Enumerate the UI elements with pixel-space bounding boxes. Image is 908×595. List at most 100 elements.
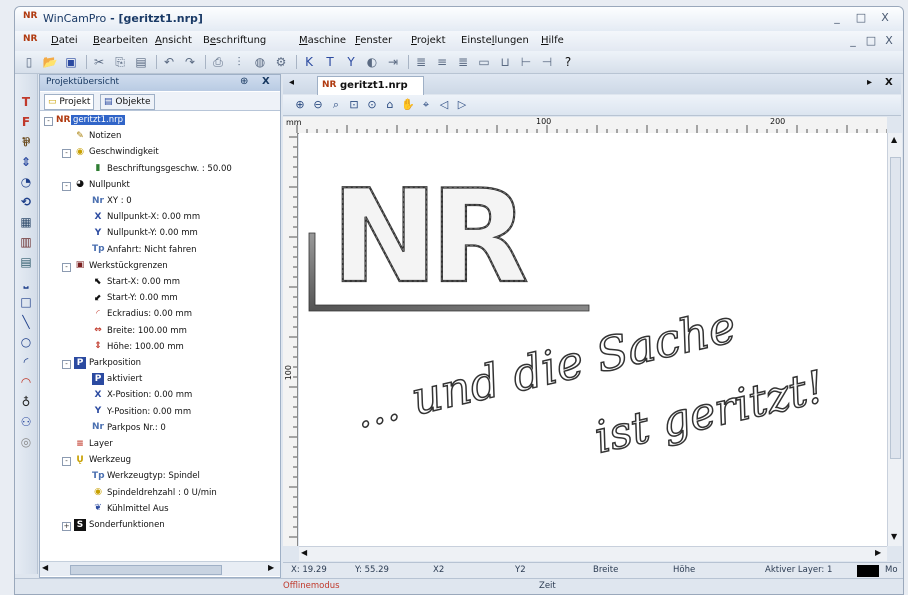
tree-node[interactable]: S Sonderfunktionen <box>74 518 165 533</box>
target-tool-icon[interactable]: ◎ <box>18 434 34 450</box>
undo-icon[interactable]: ↶ <box>161 54 177 70</box>
tree-node[interactable]: ▣ Werkstückgrenzen <box>74 259 168 274</box>
pin-icon[interactable]: ⊕ <box>240 76 248 87</box>
print-icon[interactable]: ⎙ <box>210 54 226 70</box>
document-tab[interactable]: NR geritzt1.nrp <box>317 76 424 95</box>
menu-maschine[interactable]: Maschine <box>299 35 346 46</box>
tree-node[interactable]: ▮ Beschriftungsgeschw. : 50.00 <box>92 162 232 177</box>
text-icon[interactable]: K <box>301 54 317 70</box>
maximize-button[interactable]: □ <box>853 10 869 26</box>
menu-fenster[interactable]: Fenster <box>355 35 392 46</box>
tree-expander[interactable]: - <box>62 181 71 191</box>
menu-bearbeiten[interactable]: Bearbeiten <box>93 35 148 46</box>
vertical-scroll-thumb[interactable] <box>890 157 901 459</box>
layer-icon[interactable]: ◍ <box>252 54 268 70</box>
circle-tool-icon[interactable]: ○ <box>18 334 34 350</box>
tree-node[interactable]: ⇔ Breite: 100.00 mm <box>92 324 187 339</box>
fill-icon[interactable]: ◐ <box>364 54 380 70</box>
tree-node[interactable]: Paktiviert <box>92 372 142 387</box>
align-right-icon[interactable]: ≣ <box>455 54 471 70</box>
tree-expander[interactable]: + <box>62 522 71 531</box>
tab-objekte[interactable]: ▤ Objekte <box>100 94 155 110</box>
tree-expander[interactable]: - <box>62 457 71 467</box>
help-icon[interactable]: ? <box>560 54 576 70</box>
curve-tool-icon[interactable]: ◠ <box>18 374 34 390</box>
node-tool-icon[interactable]: ⅌ <box>18 134 34 150</box>
copy-icon[interactable]: ⎘ <box>112 54 128 70</box>
tree-node[interactable]: P Parkposition <box>74 356 141 371</box>
tab-nav-right-icon[interactable]: ▸ <box>867 77 872 88</box>
scroll-up-icon[interactable]: ▲ <box>891 135 897 144</box>
export-icon[interactable]: ⇥ <box>385 54 401 70</box>
move-tool-icon[interactable]: ⇕ <box>18 154 34 170</box>
tree-node[interactable]: ⬋ Start-Y: 0.00 mm <box>92 291 177 306</box>
zoom-window-icon[interactable]: ⊡ <box>347 98 361 112</box>
gear-icon[interactable]: ⚙ <box>273 54 289 70</box>
menu-ansicht[interactable]: Ansicht <box>155 35 192 46</box>
tree-node[interactable]: Y Nullpunkt-Y: 0.00 mm <box>92 226 198 241</box>
frame-icon[interactable]: ▭ <box>476 54 492 70</box>
menu-datei[interactable]: Datei <box>51 35 78 46</box>
menu-beschriftung[interactable]: Beschriftung <box>203 35 266 46</box>
spacing-v-icon[interactable]: ⊣ <box>539 54 555 70</box>
scroll-thumb[interactable] <box>70 565 222 575</box>
zoom-previous-icon[interactable]: ⊙ <box>365 98 379 112</box>
mirror-tool-icon[interactable]: ⟲ <box>18 194 34 210</box>
scroll-left-icon[interactable]: ◀ <box>42 563 48 572</box>
project-horizontal-scrollbar[interactable]: ◀ ▶ <box>40 561 280 576</box>
mdi-minimize-button[interactable]: _ <box>845 33 861 49</box>
line-tool-icon[interactable]: ╲ <box>18 314 34 330</box>
block-tool-icon[interactable]: ▤ <box>18 254 34 270</box>
open-icon[interactable]: 📂 <box>42 54 58 70</box>
mdi-close-button[interactable]: X <box>881 33 897 49</box>
tree-expander[interactable]: - <box>62 149 71 159</box>
align-icon[interactable]: ⫶ <box>231 54 247 70</box>
rectangle-tool-icon[interactable]: □ <box>18 294 34 310</box>
scroll-down-icon[interactable]: ▼ <box>891 532 897 541</box>
tree-node[interactable]: Y Y-Position: 0.00 mm <box>92 405 191 420</box>
close-button[interactable]: X <box>877 10 893 26</box>
point-tool-icon[interactable]: ♁ <box>18 394 34 410</box>
columns-tool-icon[interactable]: ▥ <box>18 234 34 250</box>
tab-nav-left-icon[interactable]: ◂ <box>289 77 294 88</box>
new-icon[interactable]: ▯ <box>21 54 37 70</box>
zoom-out-icon[interactable]: ⊖ <box>311 98 325 112</box>
tree-node[interactable]: ❦ Kühlmittel Aus <box>92 502 168 517</box>
tree-node[interactable]: ◕ Nullpunkt <box>74 178 130 193</box>
zoom-pan-icon[interactable]: ✋ <box>401 98 415 112</box>
mdi-restore-button[interactable]: □ <box>863 33 879 49</box>
menu-einstellungen[interactable]: Einstellungen <box>461 35 529 46</box>
tree-node[interactable]: Tp Werkzeugtyp: Spindel <box>92 469 200 484</box>
zoom-fit-icon[interactable]: ⌕ <box>329 98 343 112</box>
scroll-right-icon[interactable]: ▶ <box>268 563 274 572</box>
redo-icon[interactable]: ↷ <box>182 54 198 70</box>
bold-icon[interactable]: T <box>322 54 338 70</box>
tab-projekt[interactable]: ▭ Projekt <box>44 94 95 110</box>
kerning-icon[interactable]: Y <box>343 54 359 70</box>
panel-close-button[interactable]: X <box>262 76 270 87</box>
zoom-in-icon[interactable]: ⊕ <box>293 98 307 112</box>
baseline-tool-icon[interactable]: ⎵ <box>18 274 34 290</box>
menu-hilfe[interactable]: Hilfe <box>541 35 564 46</box>
canvas-scroll-right-icon[interactable]: ▶ <box>875 548 881 557</box>
tree-node[interactable]: ◜ Eckradius: 0.00 mm <box>92 307 192 322</box>
link-tool-icon[interactable]: ⚇ <box>18 414 34 430</box>
tree-node[interactable]: ◉ Geschwindigkeit <box>74 145 159 160</box>
tree-expander[interactable]: - <box>44 117 53 126</box>
save-icon[interactable]: ▣ <box>63 54 79 70</box>
tree-node[interactable]: X X-Position: 0.00 mm <box>92 388 193 403</box>
zoom-all-icon[interactable]: ⌂ <box>383 98 397 112</box>
tree-node[interactable]: Tp Anfahrt: Nicht fahren <box>92 243 197 258</box>
menu-projekt[interactable]: Projekt <box>411 35 446 46</box>
font-tool-icon[interactable]: F <box>18 114 34 130</box>
canvas-scroll-left-icon[interactable]: ◀ <box>301 548 307 557</box>
align-center-icon[interactable]: ≡ <box>434 54 450 70</box>
rotate-tool-icon[interactable]: ◔ <box>18 174 34 190</box>
zoom-forward-icon[interactable]: ▷ <box>455 98 469 112</box>
tree-node[interactable]: NR geritzt1.nrp <box>56 113 125 128</box>
minimize-button[interactable]: _ <box>829 10 845 26</box>
zoom-select-icon[interactable]: ⌖ <box>419 98 433 112</box>
canvas-horizontal-scrollbar[interactable]: ◀ ▶ <box>299 546 887 561</box>
tree-node[interactable]: X Nullpunkt-X: 0.00 mm <box>92 210 201 225</box>
paste-icon[interactable]: ▤ <box>133 54 149 70</box>
